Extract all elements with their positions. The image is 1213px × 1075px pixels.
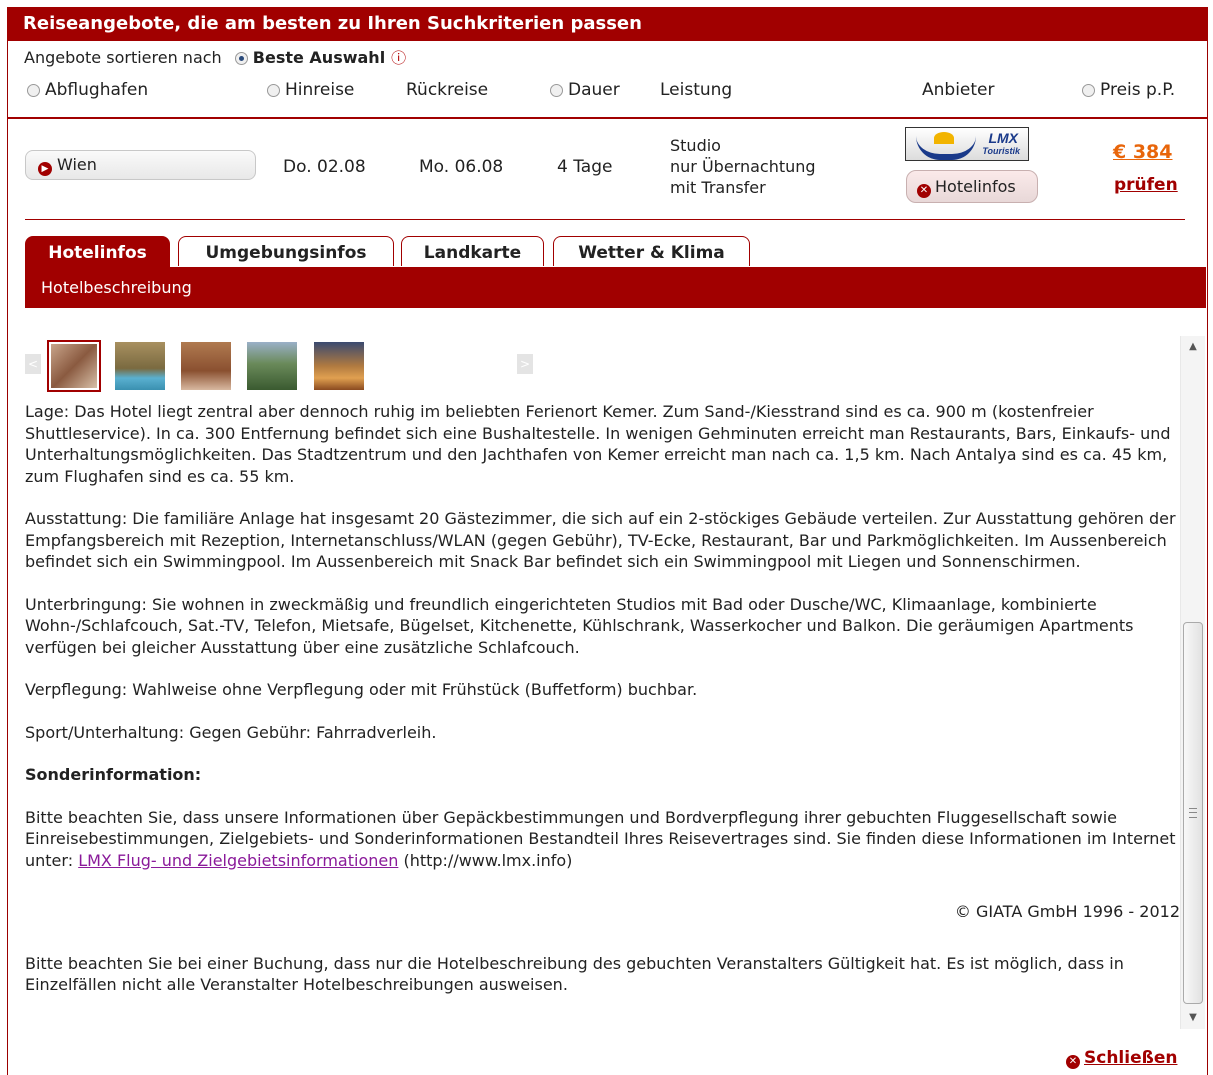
scrollbar-thumb[interactable] (1183, 622, 1203, 1004)
divider-2 (25, 219, 1185, 220)
provider-logo: LMX Touristik (905, 127, 1029, 161)
service-line-2: nur Übernachtung (670, 157, 816, 176)
divider (7, 117, 1208, 119)
col-rueckreise: Rückreise (406, 80, 489, 100)
gallery-thumb[interactable] (115, 342, 165, 390)
sort-hinreise-radio[interactable] (267, 84, 280, 97)
service-line-1: Studio (670, 136, 721, 155)
col-leistung: Leistung (660, 80, 733, 100)
col-preis[interactable]: Preis p.P. (1082, 80, 1175, 100)
desc-sonder-title: Sonderinformation: (25, 765, 202, 784)
gallery-thumb[interactable] (181, 342, 231, 390)
desc-verpflegung: Verpflegung: Wahlweise ohne Verpflegung … (25, 680, 698, 699)
desc-lage: Lage: Das Hotel liegt zentral aber denno… (25, 402, 1171, 486)
arrow-right-icon: ▶ (38, 162, 52, 176)
col-anbieter: Anbieter (922, 80, 995, 100)
tab-umgebungsinfos[interactable]: Umgebungsinfos (178, 236, 394, 266)
close-button[interactable]: ✕ Schließen (1066, 1048, 1177, 1069)
tab-wetter-klima[interactable]: Wetter & Klima (553, 236, 750, 266)
offer-return: Mo. 06.08 (419, 157, 504, 177)
hotelinfos-button[interactable]: ✕ Hotelinfos (906, 170, 1038, 203)
col-dauer-label[interactable]: Dauer (568, 80, 620, 100)
col-dauer[interactable]: Dauer (550, 80, 620, 100)
sort-row: Angebote sortieren nach Beste Auswahl ⓘ (24, 47, 406, 68)
desc-sonder: Bitte beachten Sie, dass unsere Informat… (25, 807, 1180, 872)
col-hinreise[interactable]: Hinreise (267, 80, 354, 100)
desc-hinweis: Bitte beachten Sie bei einer Buchung, da… (25, 953, 1124, 995)
lmx-info-link[interactable]: LMX Flug- und Zielgebietsinformationen (78, 851, 398, 870)
section-title: Hotelbeschreibung (25, 267, 1206, 308)
logo-swoosh (916, 136, 976, 160)
col-hinreise-label[interactable]: Hinreise (285, 80, 354, 100)
info-icon[interactable]: ⓘ (391, 49, 406, 67)
service-line-3: mit Transfer (670, 178, 766, 197)
description-scrollbar[interactable]: ▲ ▼ (1180, 336, 1205, 1029)
sort-best-label[interactable]: Beste Auswahl (253, 48, 385, 67)
desc-sport: Sport/Unterhaltung: Gegen Gebühr: Fahrra… (25, 722, 437, 742)
header-bar: Reiseangebote, die am besten zu Ihren Su… (7, 7, 1208, 41)
sort-abflughafen-radio[interactable] (27, 84, 40, 97)
logo-text: LMX (988, 130, 1018, 146)
close-circle-icon: ✕ (917, 184, 931, 198)
gallery-thumb[interactable] (47, 340, 101, 392)
sort-preis-radio[interactable] (1082, 84, 1095, 97)
close-circle-icon: ✕ (1066, 1055, 1080, 1069)
copyright: © GIATA GmbH 1996 - 2012 (954, 902, 1180, 921)
hotel-description: Lage: Das Hotel liegt zentral aber denno… (25, 401, 1180, 1017)
hotelinfos-button-label: Hotelinfos (935, 177, 1016, 196)
desc-ausstattung: Ausstattung: Die familiäre Anlage hat in… (25, 509, 1176, 571)
gallery-next-button[interactable]: > (517, 354, 533, 374)
gallery-prev-button[interactable]: < (25, 354, 41, 374)
sort-dauer-radio[interactable] (550, 84, 563, 97)
logo-subtext: Touristik (982, 146, 1020, 156)
offer-price[interactable]: € 384 (1113, 141, 1173, 163)
col-abflughafen[interactable]: Abflughafen (27, 80, 148, 100)
tab-landkarte[interactable]: Landkarte (401, 236, 544, 266)
desc-sonder-url: (http://www.lmx.info) (403, 850, 573, 870)
col-preis-label[interactable]: Preis p.P. (1100, 80, 1175, 100)
check-link[interactable]: prüfen (1114, 175, 1178, 195)
gallery-thumb[interactable] (314, 342, 364, 390)
offer-service: Studio nur Übernachtung mit Transfer (670, 135, 816, 198)
sort-best-radio[interactable] (234, 52, 248, 65)
grip-icon (1189, 808, 1197, 818)
sort-label: Angebote sortieren nach (24, 48, 222, 67)
offer-duration: 4 Tage (557, 157, 613, 177)
airport-label: Wien (57, 155, 97, 174)
gallery-thumb[interactable] (247, 342, 297, 390)
close-label: Schließen (1084, 1048, 1178, 1068)
desc-unterbringung: Unterbringung: Sie wohnen in zweckmäßig … (25, 594, 1134, 657)
airport-toggle-button[interactable]: ▶ Wien (25, 150, 256, 180)
scroll-down-arrow-icon[interactable]: ▼ (1181, 1007, 1205, 1029)
scroll-up-arrow-icon[interactable]: ▲ (1181, 336, 1205, 358)
tab-hotelinfos[interactable]: Hotelinfos (25, 236, 170, 268)
offer-depart: Do. 02.08 (283, 157, 366, 177)
photo-gallery: < > (25, 340, 545, 392)
col-abflughafen-label[interactable]: Abflughafen (45, 80, 148, 100)
